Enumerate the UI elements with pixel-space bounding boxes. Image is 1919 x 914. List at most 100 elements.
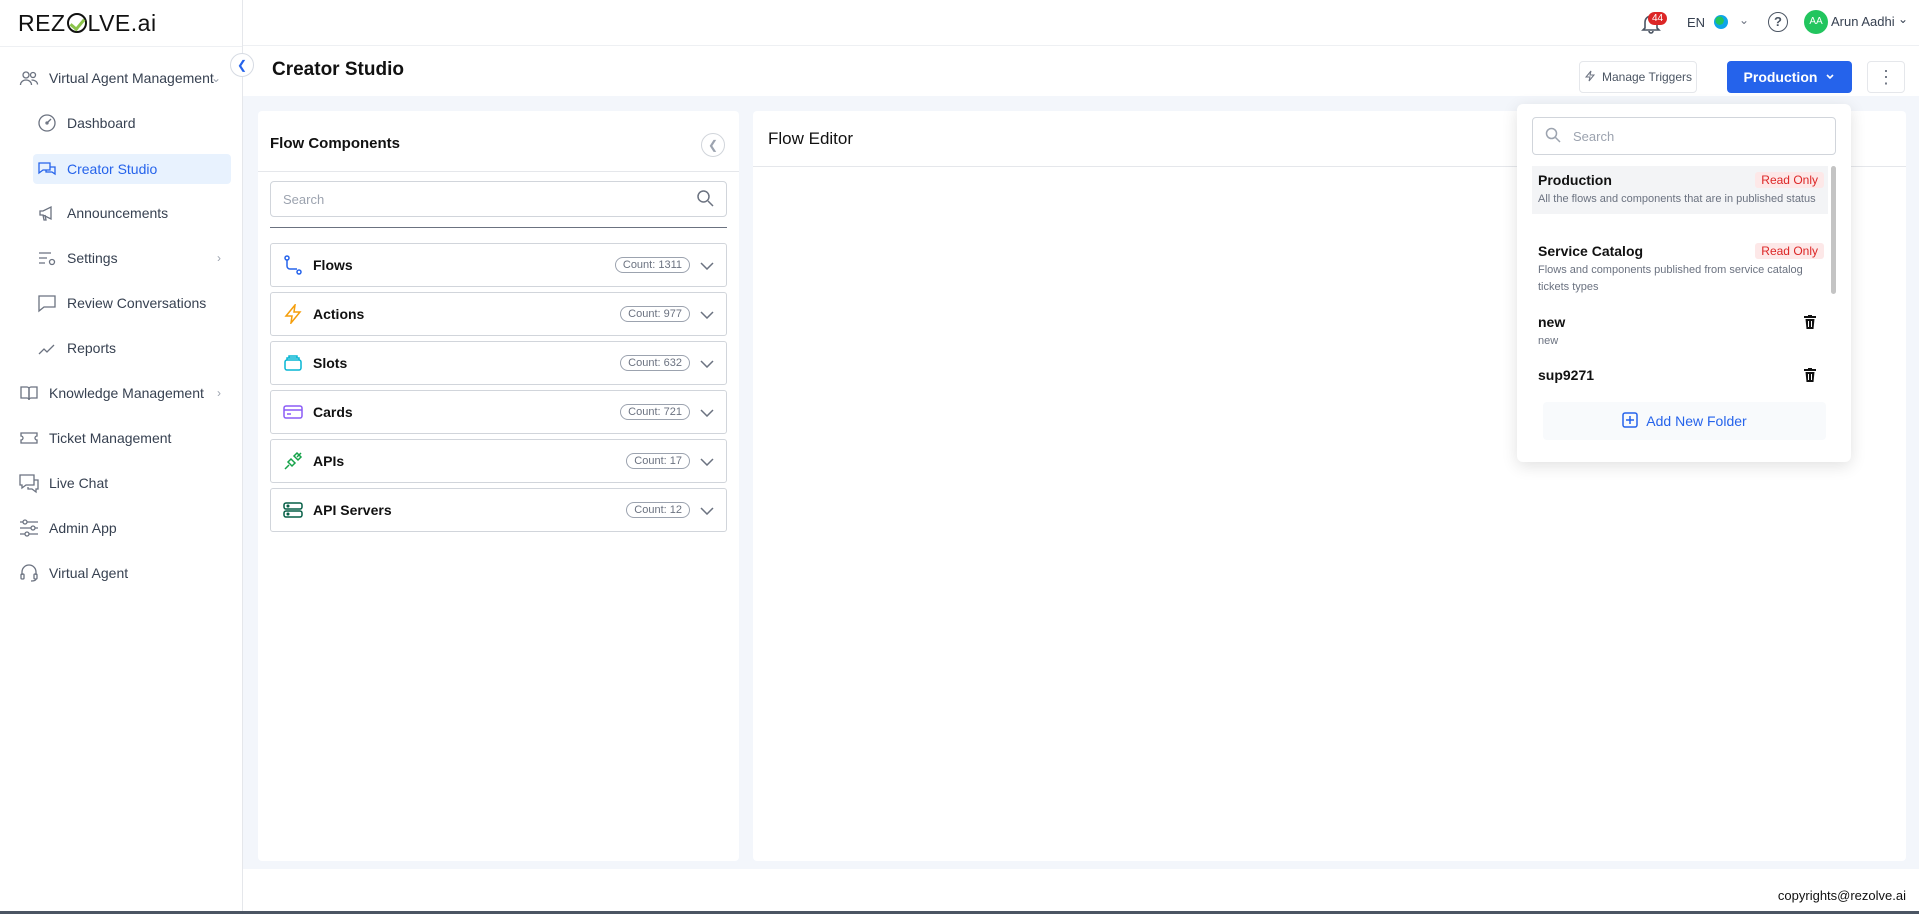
top-bar <box>243 0 1919 46</box>
sidebar-item-announcements[interactable]: Announcements <box>0 198 243 228</box>
sidebar-item-label: Settings <box>67 250 118 266</box>
sidebar-item-label: Announcements <box>67 205 169 221</box>
rezolve-logo[interactable]: REZ LVE.ai <box>18 10 157 36</box>
environment-list: Production Read Only All the flows and c… <box>1532 166 1836 394</box>
chevron-down-icon <box>1825 69 1835 85</box>
chevron-right-icon: › <box>217 251 221 265</box>
sidebar-item-settings[interactable]: Settings › <box>0 243 243 273</box>
sidebar-item-creator-studio[interactable]: Creator Studio <box>33 154 231 184</box>
api-plug-icon <box>283 451 303 471</box>
logo-check-mark <box>66 13 87 33</box>
lightning-icon <box>1584 70 1596 85</box>
chevron-down-icon: ⌄ <box>210 71 221 85</box>
sidebar-collapse-button[interactable]: ❮ <box>230 53 254 77</box>
flow-components-panel: Flow Components ❮ Search Flows Count: 13… <box>258 111 739 861</box>
accordion-flows[interactable]: Flows Count: 1311 <box>270 243 727 287</box>
flow-editor-title: Flow Editor <box>768 129 854 148</box>
environment-item-sup9271[interactable]: sup9271 <box>1532 361 1828 389</box>
flow-branch-icon <box>283 255 303 275</box>
logo-text-b: LVE.ai <box>87 10 157 36</box>
more-options-button[interactable]: ⋮ <box>1867 61 1905 93</box>
kebab-icon: ⋮ <box>1877 66 1895 87</box>
sidebar-item-label: Ticket Management <box>49 430 172 446</box>
add-folder-label: Add New Folder <box>1646 413 1747 429</box>
accordion-label: Slots <box>313 355 348 371</box>
headset-icon <box>18 562 40 584</box>
sidebar-item-virtual-agent[interactable]: Virtual Agent <box>0 558 243 588</box>
scrollbar[interactable] <box>1831 166 1836 294</box>
sidebar-item-label: Virtual Agent Management <box>49 70 214 86</box>
divider <box>258 171 739 172</box>
sidebar-item-ticket-management[interactable]: Ticket Management <box>0 423 243 453</box>
environment-dropdown-button[interactable]: Production <box>1727 61 1852 93</box>
sidebar-item-label: Knowledge Management <box>49 385 204 401</box>
sidebar-item-admin-app[interactable]: Admin App <box>0 513 243 543</box>
accordion-cards[interactable]: Cards Count: 721 <box>270 390 727 434</box>
accordion-actions[interactable]: Actions Count: 977 <box>270 292 727 336</box>
count-badge: Count: 17 <box>626 453 690 469</box>
chevron-down-icon[interactable]: ⌄ <box>1739 13 1749 27</box>
sidebar-item-label: Live Chat <box>49 475 109 491</box>
manage-triggers-label: Manage Triggers <box>1601 70 1693 84</box>
chat-bubbles-icon <box>36 158 58 180</box>
ticket-icon <box>18 427 40 449</box>
sidebar-item-dashboard[interactable]: Dashboard <box>0 108 243 138</box>
slots-stack-icon <box>283 353 303 373</box>
chevron-right-icon: › <box>217 386 221 400</box>
book-icon <box>18 382 40 404</box>
environment-search-input[interactable]: Search <box>1532 117 1836 155</box>
chevron-down-icon <box>700 355 726 371</box>
chevron-down-icon[interactable]: ⌄ <box>1898 12 1908 26</box>
accordion-apis[interactable]: APIs Count: 17 <box>270 439 727 483</box>
admin-sliders-icon <box>18 517 40 539</box>
search-icon <box>696 189 714 210</box>
accordion-label: Cards <box>313 404 353 420</box>
sidebar-item-reports[interactable]: Reports <box>0 333 243 363</box>
copyright-text: copyrights@rezolve.ai <box>1777 888 1906 903</box>
environment-item-new[interactable]: new new <box>1532 308 1828 356</box>
chevron-down-icon <box>700 257 726 273</box>
trend-line-icon <box>36 337 58 359</box>
megaphone-icon <box>36 202 58 224</box>
sidebar-item-knowledge-management[interactable]: Knowledge Management › <box>0 378 243 408</box>
trash-icon[interactable] <box>1804 368 1818 384</box>
count-badge: Count: 12 <box>626 502 690 518</box>
sidebar-item-review-conversations[interactable]: Review Conversations <box>0 288 243 318</box>
sidebar-item-virtual-agent-management[interactable]: Virtual Agent Management ⌄ <box>0 63 243 93</box>
page-title: Creator Studio <box>272 59 404 80</box>
user-name[interactable]: Arun Aadhi <box>1831 14 1895 29</box>
search-placeholder: Search <box>1573 128 1615 144</box>
language-label[interactable]: EN <box>1687 15 1705 30</box>
sidebar-item-label: Admin App <box>49 520 117 536</box>
search-placeholder: Search <box>283 191 325 207</box>
server-icon <box>283 500 303 520</box>
environment-item-production[interactable]: Production Read Only All the flows and c… <box>1532 166 1828 214</box>
manage-triggers-button[interactable]: Manage Triggers <box>1579 61 1697 93</box>
sidebar: REZ LVE.ai Virtual Agent Management ⌄ Das… <box>0 0 243 914</box>
notification-badge: 44 <box>1648 12 1668 25</box>
accordion-api-servers[interactable]: API Servers Count: 12 <box>270 488 727 532</box>
read-only-badge: Read Only <box>1755 243 1824 259</box>
count-badge: Count: 632 <box>620 355 690 371</box>
sidebar-item-label: Virtual Agent <box>49 565 129 581</box>
flow-components-title: Flow Components <box>270 135 400 152</box>
component-search-input[interactable]: Search <box>270 181 727 217</box>
add-new-folder-button[interactable]: Add New Folder <box>1543 402 1826 440</box>
environment-description: All the flows and components that are in… <box>1538 193 1816 205</box>
trash-icon[interactable] <box>1804 315 1818 331</box>
environment-label: Production <box>1743 69 1818 85</box>
accordion-slots[interactable]: Slots Count: 632 <box>270 341 727 385</box>
sidebar-item-live-chat[interactable]: Live Chat <box>0 468 243 498</box>
environment-dropdown-menu: Search Production Read Only All the flow… <box>1517 104 1851 462</box>
count-badge: Count: 977 <box>620 306 690 322</box>
panel-collapse-button[interactable]: ❮ <box>701 133 725 157</box>
lightning-icon <box>283 304 303 324</box>
environment-item-service-catalog[interactable]: Service Catalog Read Only Flows and comp… <box>1532 237 1828 302</box>
live-chat-icon <box>18 472 40 494</box>
avatar[interactable]: AA <box>1804 10 1828 34</box>
count-badge: Count: 1311 <box>614 257 690 273</box>
gauge-icon <box>36 112 58 134</box>
sidebar-item-label: Dashboard <box>67 115 136 131</box>
chevron-down-icon <box>700 306 726 322</box>
help-icon[interactable]: ? <box>1768 12 1788 32</box>
